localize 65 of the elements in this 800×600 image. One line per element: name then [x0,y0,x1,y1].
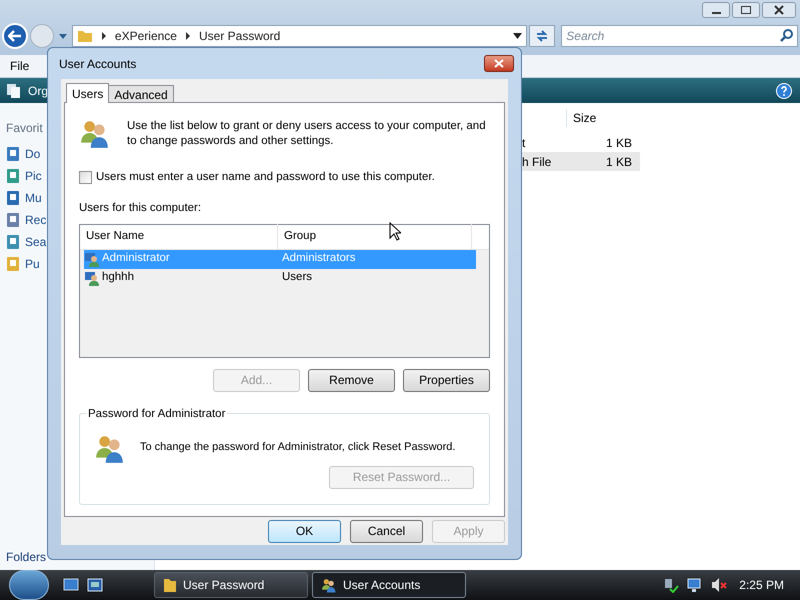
user-name: hghhh [102,270,134,286]
dropdown-icon[interactable] [513,33,522,39]
close-button[interactable] [762,2,796,18]
taskbar-button[interactable]: User Accounts [312,572,466,598]
toolbar-button[interactable]: Org [28,82,48,100]
user-row[interactable]: hghhh Users [84,268,476,288]
computer-icon[interactable] [687,577,704,593]
file-row[interactable]: t 1 KB [522,133,640,152]
checkbox[interactable] [79,171,92,184]
maximize-button[interactable] [732,2,760,18]
column-header[interactable]: Size [566,109,646,127]
breadcrumb-item[interactable]: eXPerience [114,27,177,45]
show-desktop-icon[interactable] [63,578,79,592]
sidebar-item[interactable]: Do [25,145,40,163]
organize-icon [6,82,22,98]
section-label: Users for this computer: [79,201,202,216]
file-size: 1 KB [604,154,632,170]
address-bar[interactable]: eXPerience User Password [72,25,528,47]
sidebar-item[interactable]: Rec [25,211,46,229]
refresh-button[interactable] [529,25,556,47]
file-size: 1 KB [604,134,632,152]
taskbar-button[interactable]: User Password [154,572,308,598]
close-icon [494,59,504,68]
close-icon [774,5,784,15]
search-field[interactable]: Search [561,25,798,47]
user-group: Administrators [282,250,356,268]
dialog-button[interactable]: Remove [308,368,395,392]
password-text: To change the password for Administrator, click Reset Password. [140,440,456,456]
breadcrumb-item[interactable]: User Password [198,27,280,45]
user-group: Users [282,269,312,287]
sidebar-item[interactable]: Sea [25,233,46,251]
file-name: h File [522,154,552,170]
minimize-button[interactable] [702,2,730,18]
file-row[interactable]: h File 1 KB [522,152,640,171]
chevron-icon [184,32,191,40]
sidebar-item[interactable]: Pic [25,167,42,185]
window-switch-icon[interactable] [87,578,103,592]
tab[interactable]: Advanced [108,85,174,102]
column-header[interactable]: User Name [80,224,278,249]
user-name: Administrator [102,251,170,266]
tab[interactable]: Users [66,83,110,103]
chevron-icon [100,32,107,40]
intro-text: Use the list below to grant or deny users access to your computer, and to change passwords and other settings. [127,119,487,149]
help-icon[interactable] [776,82,792,98]
menu-item[interactable]: File [10,57,30,75]
window-title: User Accounts [59,56,136,72]
user-icon [84,270,100,286]
start-button[interactable] [9,570,49,600]
dialog-button[interactable]: OK [268,520,341,542]
history-dropdown-icon[interactable] [58,32,68,40]
pane-heading: Favorit [6,120,43,137]
dialog-button[interactable]: Cancel [350,520,423,542]
users-icon [321,577,337,593]
close-button[interactable] [484,55,514,72]
file-name: t [522,134,526,152]
back-button[interactable] [2,23,28,49]
back-arrow-icon [8,30,22,42]
user-icon [84,251,100,267]
clock[interactable]: 2:25 PM [739,576,784,594]
dialog-button[interactable]: Properties [403,368,490,392]
sidebar-item[interactable]: Pu [25,255,40,273]
sidebar-item[interactable]: Mu [25,189,42,207]
checkbox-label: Users must enter a user name and password to use this computer. [96,170,435,185]
muted-speaker-icon[interactable] [711,577,728,593]
refresh-icon [535,29,550,43]
